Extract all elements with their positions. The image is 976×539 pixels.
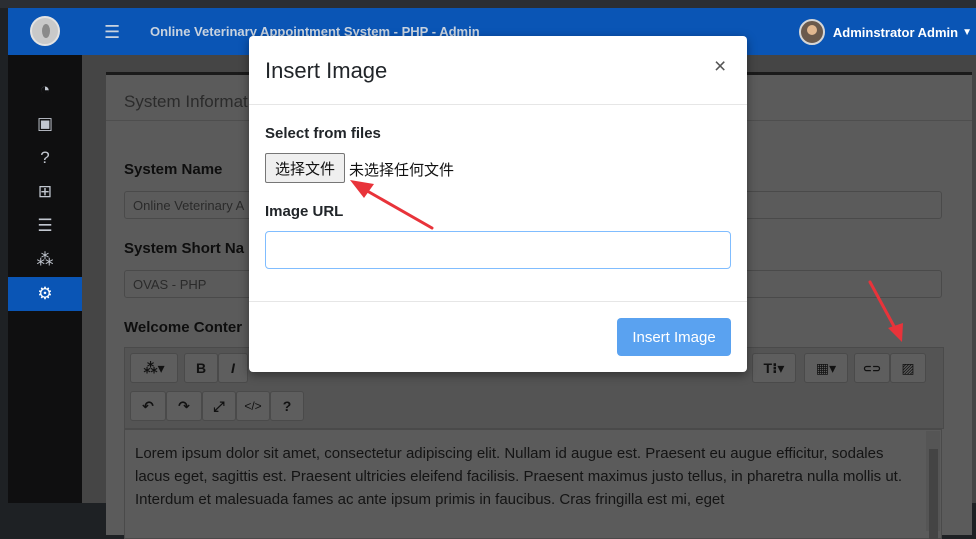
annotation-arrow-file	[350, 180, 434, 230]
annotation-arrow-picture	[868, 280, 903, 342]
annotation-arrows	[350, 180, 903, 342]
